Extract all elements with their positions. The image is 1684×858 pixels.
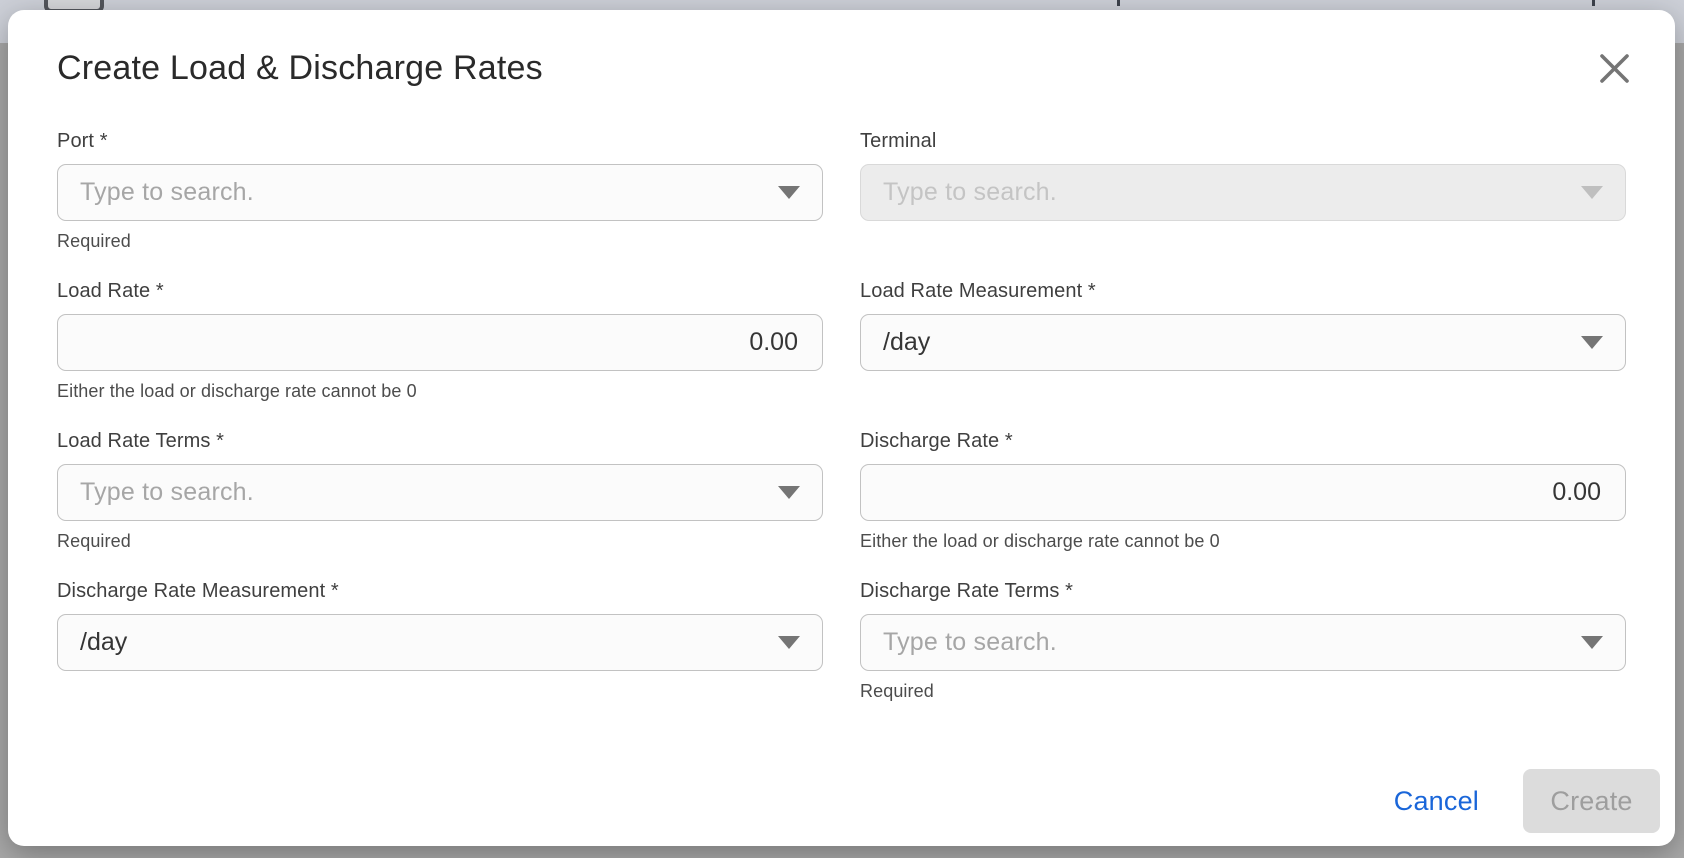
load-rate-input[interactable] <box>57 314 823 371</box>
load-rate-helper-text: Either the load or discharge rate cannot… <box>57 382 823 400</box>
terminal-placeholder: Type to search. <box>883 178 1057 207</box>
field-discharge-rate-terms: Discharge Rate Terms * Type to search. R… <box>860 581 1626 700</box>
background-artifact <box>1117 0 1120 6</box>
caret-down-icon <box>1581 186 1603 199</box>
field-load-rate-terms: Load Rate Terms * Type to search. Requir… <box>57 431 823 550</box>
discharge-rate-measurement-select[interactable]: /day <box>57 614 823 671</box>
discharge-rate-measurement-label: Discharge Rate Measurement * <box>57 581 823 601</box>
field-discharge-rate-measurement: Discharge Rate Measurement * /day <box>57 581 823 700</box>
field-load-rate: Load Rate * Either the load or discharge… <box>57 281 823 400</box>
discharge-rate-label: Discharge Rate * <box>860 431 1626 451</box>
dialog-footer: Cancel Create <box>1384 769 1660 833</box>
discharge-rate-terms-placeholder: Type to search. <box>883 628 1057 657</box>
discharge-rate-helper-text: Either the load or discharge rate cannot… <box>860 532 1626 550</box>
field-discharge-rate: Discharge Rate * Either the load or disc… <box>860 431 1626 550</box>
close-button[interactable] <box>1594 48 1634 88</box>
dialog-form: Port * Type to search. Required Terminal… <box>57 131 1626 700</box>
load-rate-measurement-label: Load Rate Measurement * <box>860 281 1626 301</box>
discharge-rate-measurement-value: /day <box>80 628 127 657</box>
load-rate-label: Load Rate * <box>57 281 823 301</box>
load-rate-terms-label: Load Rate Terms * <box>57 431 823 451</box>
close-icon <box>1600 54 1629 83</box>
field-port: Port * Type to search. Required <box>57 131 823 250</box>
dialog-header: Create Load & Discharge Rates <box>57 48 1626 88</box>
discharge-rate-input[interactable] <box>860 464 1626 521</box>
discharge-rate-terms-select[interactable]: Type to search. <box>860 614 1626 671</box>
create-button[interactable]: Create <box>1523 769 1660 833</box>
port-label: Port * <box>57 131 823 151</box>
port-helper-text: Required <box>57 232 823 250</box>
load-rate-measurement-value: /day <box>883 328 930 357</box>
field-load-rate-measurement: Load Rate Measurement * /day <box>860 281 1626 400</box>
create-load-discharge-rates-dialog: Create Load & Discharge Rates Port * Typ… <box>8 10 1675 846</box>
caret-down-icon <box>1581 636 1603 649</box>
load-rate-terms-helper-text: Required <box>57 532 823 550</box>
port-placeholder: Type to search. <box>80 178 254 207</box>
load-rate-measurement-select[interactable]: /day <box>860 314 1626 371</box>
discharge-rate-terms-label: Discharge Rate Terms * <box>860 581 1626 601</box>
caret-down-icon <box>778 186 800 199</box>
terminal-select: Type to search. <box>860 164 1626 221</box>
caret-down-icon <box>1581 336 1603 349</box>
dialog-title: Create Load & Discharge Rates <box>57 48 543 88</box>
field-terminal: Terminal Type to search. <box>860 131 1626 250</box>
port-select[interactable]: Type to search. <box>57 164 823 221</box>
cancel-button[interactable]: Cancel <box>1384 778 1489 825</box>
load-rate-terms-placeholder: Type to search. <box>80 478 254 507</box>
caret-down-icon <box>778 486 800 499</box>
background-artifact <box>1592 0 1595 6</box>
caret-down-icon <box>778 636 800 649</box>
load-rate-terms-select[interactable]: Type to search. <box>57 464 823 521</box>
discharge-rate-terms-helper-text: Required <box>860 682 1626 700</box>
terminal-label: Terminal <box>860 131 1626 151</box>
